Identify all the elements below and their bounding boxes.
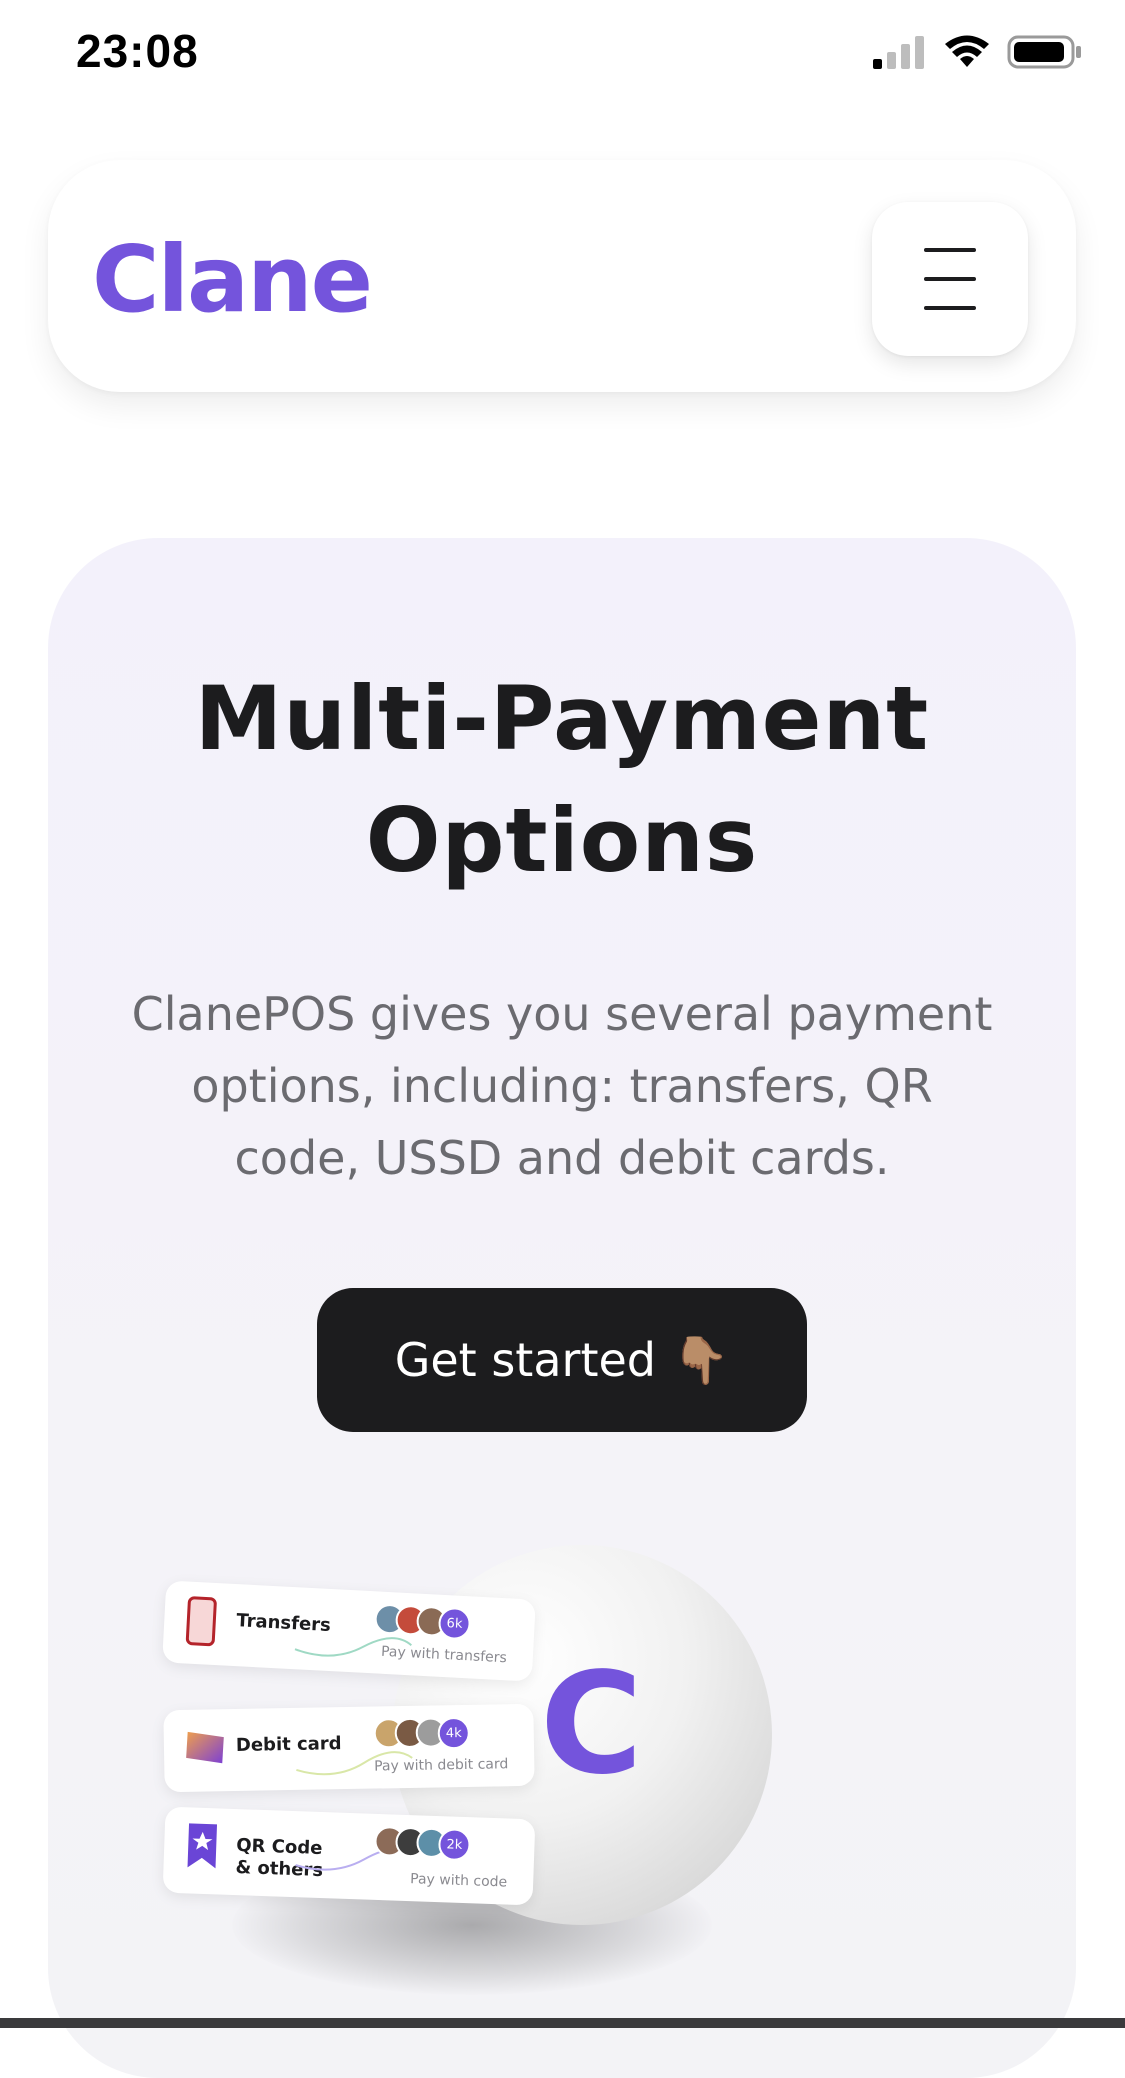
qr-code-card: QR Code & others 2k Pay with code [162, 1806, 536, 1906]
hero-description: ClanePOS gives you several payment optio… [131, 987, 993, 1185]
battery-icon [1007, 35, 1081, 69]
menu-icon-bar [924, 277, 976, 281]
menu-icon [924, 248, 976, 252]
status-bar: 23:08 [0, 0, 1125, 110]
wifi-icon [945, 35, 989, 67]
user-count-badge: 4k [437, 1716, 471, 1750]
qr-badge-icon [187, 1823, 218, 1869]
status-time: 23:08 [76, 25, 199, 77]
status-icons [871, 34, 1083, 70]
avatar-group: 2k [374, 1825, 472, 1862]
brand-logo[interactable]: Clane [92, 226, 373, 333]
debit-card-caption: Pay with debit card [374, 1756, 509, 1775]
menu-icon-bar [924, 306, 976, 310]
title-line-1: Multi-Payment [194, 667, 930, 770]
qr-code-caption: Pay with code [409, 1871, 508, 1891]
phone-icon [185, 1596, 217, 1647]
user-count-badge: 6k [437, 1606, 472, 1641]
menu-button[interactable] [872, 202, 1028, 356]
browser-bottom-edge [0, 2018, 1125, 2028]
get-started-button[interactable]: Get started 👇🏽 [317, 1288, 807, 1432]
get-started-label: Get started [394, 1333, 656, 1387]
debit-card-card: Debit card 4k Pay with debit card [163, 1703, 535, 1793]
site-header: Clane [48, 160, 1076, 392]
page-title: Multi-Payment Options [48, 658, 1076, 902]
avatar-group: 4k [373, 1716, 471, 1751]
signal-icon [873, 36, 924, 69]
transfers-caption: Pay with transfers [380, 1643, 508, 1667]
avatar-group: 6k [373, 1603, 472, 1641]
debit-card-icon [186, 1731, 224, 1764]
payment-illustration: C Transfers 6k Pay with transfers Debit … [62, 1545, 822, 2065]
user-count-badge: 2k [437, 1828, 472, 1862]
title-line-2: Options [365, 789, 759, 892]
pointing-down-icon: 👇🏽 [671, 1332, 730, 1387]
sphere-logo-letter: C [540, 1643, 643, 1806]
